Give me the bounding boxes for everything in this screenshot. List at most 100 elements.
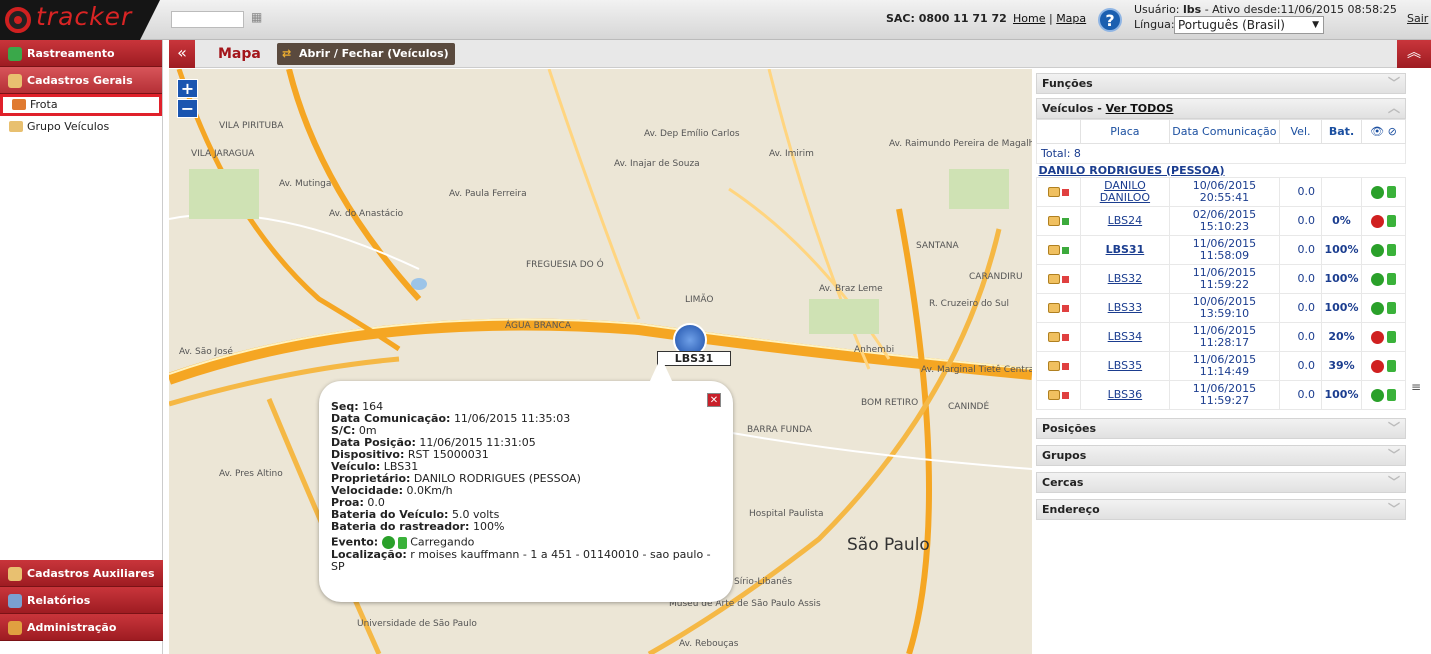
table-row[interactable]: LBS35 11/06/2015 11:14:49 0.0 39% [1036, 351, 1406, 381]
ignition-icon[interactable] [1371, 272, 1384, 286]
folder-icon[interactable] [1048, 303, 1060, 313]
row-icons[interactable] [1036, 380, 1081, 410]
nav-relatorios[interactable]: Relatórios [0, 587, 163, 614]
row-actions [1361, 293, 1406, 323]
folder-icon[interactable] [1048, 361, 1060, 371]
placa-link[interactable]: LBS24 [1108, 214, 1142, 227]
row-icons[interactable] [1036, 235, 1081, 265]
ignition-icon[interactable] [1371, 330, 1384, 344]
table-row[interactable]: LBS32 11/06/2015 11:59:22 0.0 100% [1036, 264, 1406, 294]
map-label: SANTANA [916, 241, 959, 251]
table-row[interactable]: LBS31 11/06/2015 11:58:09 0.0 100% [1036, 235, 1406, 265]
ignition-icon[interactable] [1371, 359, 1384, 373]
lock-icon[interactable] [1387, 331, 1396, 343]
placa-link[interactable]: LBS36 [1108, 388, 1142, 401]
placa-link[interactable]: LBS32 [1108, 272, 1142, 285]
active-since: - Ativo desde:11/06/2015 08:58:25 [1201, 3, 1397, 16]
table-row[interactable]: LBS34 11/06/2015 11:28:17 0.0 20% [1036, 322, 1406, 352]
row-icons[interactable] [1036, 293, 1081, 323]
language-select[interactable]: Português (Brasil) ▼ [1174, 16, 1324, 34]
zoom-in-button[interactable]: + [177, 79, 198, 98]
quick-search-input[interactable] [171, 11, 244, 28]
placa-link[interactable]: LBS33 [1108, 301, 1142, 314]
nav-label: Cadastros Auxiliares [27, 567, 155, 580]
nav-cadastros-gerais[interactable]: Cadastros Gerais [0, 67, 162, 94]
map-label: ÁGUA BRANCA [505, 321, 571, 331]
map-label: LIMÃO [685, 295, 714, 305]
col-data[interactable]: Data Comunicação [1168, 119, 1281, 144]
placa-cell: LBS35 [1080, 351, 1170, 381]
map-label: Av. Rebouças [679, 639, 739, 649]
placa-link[interactable]: LBS34 [1108, 330, 1142, 343]
map-view[interactable]: + − VILA PIRITUBA VILA JARAGUA FREGUESIA… [169, 69, 1032, 654]
lock-icon[interactable] [1387, 186, 1396, 198]
nav-cadastros-auxiliares[interactable]: Cadastros Auxiliares [0, 560, 163, 587]
row-icons[interactable] [1036, 264, 1081, 294]
col-vel[interactable]: Vel. [1279, 119, 1322, 144]
help-icon[interactable]: ? [1098, 8, 1122, 32]
close-icon[interactable]: ✕ [707, 393, 721, 407]
section-cercas[interactable]: Cercas ﹀ [1036, 472, 1406, 493]
section-posicoes[interactable]: Posições ﹀ [1036, 418, 1406, 439]
folder-icon[interactable] [1048, 390, 1060, 400]
folder-icon[interactable] [1048, 274, 1060, 284]
toggle-vehicles-button[interactable]: Abrir / Fechar (Veículos) [277, 43, 455, 65]
lock-icon[interactable] [1387, 215, 1396, 227]
lock-icon[interactable] [1387, 360, 1396, 372]
vel-cell: 0.0 [1279, 293, 1322, 323]
ignition-icon[interactable] [1371, 301, 1384, 315]
col-placa[interactable]: Placa [1080, 119, 1170, 144]
table-row[interactable]: DANILO DANILOO 10/06/2015 20:55:41 0.0 [1036, 177, 1406, 207]
folder-icon[interactable] [1048, 332, 1060, 342]
table-row[interactable]: LBS24 02/06/2015 15:10:23 0.0 0% [1036, 206, 1406, 236]
section-veiculos[interactable]: Veículos - Ver TODOS ︿ [1036, 98, 1406, 119]
nav-rastreamento[interactable]: Rastreamento [0, 40, 162, 67]
table-row[interactable]: LBS33 10/06/2015 13:59:10 0.0 100% [1036, 293, 1406, 323]
ignition-icon[interactable] [1371, 243, 1384, 257]
nav-item-grupo-veiculos[interactable]: Grupo Veículos [0, 116, 162, 138]
nav-administracao[interactable]: Administração [0, 614, 163, 641]
folder-icon [8, 567, 22, 581]
logout-link[interactable]: Sair [1407, 12, 1428, 25]
ignition-icon[interactable] [1371, 388, 1384, 402]
placa-link[interactable]: DANILO DANILOO [1100, 179, 1150, 204]
row-actions [1361, 235, 1406, 265]
col-bat[interactable]: Bat. [1321, 119, 1362, 144]
ver-todos-link[interactable]: Ver TODOS [1106, 102, 1174, 115]
folder-icon[interactable] [1048, 187, 1060, 197]
row-icons[interactable] [1036, 351, 1081, 381]
vel-cell: 0.0 [1279, 322, 1322, 352]
row-actions [1361, 322, 1406, 352]
collapse-top-button[interactable]: ︽ [1397, 40, 1431, 68]
placa-link[interactable]: LBS35 [1108, 359, 1142, 372]
visibility-icons[interactable]: 👁 ⊘ [1361, 119, 1406, 144]
vehicles-table: Placa Data Comunicação Vel. Bat. 👁 ⊘ Tot… [1036, 119, 1406, 410]
placa-link[interactable]: LBS31 [1106, 243, 1145, 256]
ignition-icon[interactable] [1371, 185, 1384, 199]
ignition-icon[interactable] [1371, 214, 1384, 228]
calendar-icon[interactable]: ▦ [251, 10, 265, 24]
lock-icon[interactable] [1387, 302, 1396, 314]
nav-item-frota[interactable]: Frota [0, 94, 162, 116]
users-icon [8, 621, 22, 635]
collapse-sidebar-button[interactable]: « [169, 40, 195, 68]
mapa-link[interactable]: Mapa [1056, 12, 1086, 25]
section-endereco[interactable]: Endereço ﹀ [1036, 499, 1406, 520]
owner-link[interactable]: DANILO RODRIGUES (PESSOA) [1039, 164, 1225, 177]
placa-cell: LBS36 [1080, 380, 1170, 410]
lock-icon[interactable] [1387, 244, 1396, 256]
zoom-out-button[interactable]: − [177, 99, 198, 118]
lock-icon[interactable] [1387, 273, 1396, 285]
row-icons[interactable] [1036, 322, 1081, 352]
home-link[interactable]: Home [1013, 12, 1045, 25]
lock-icon[interactable] [1387, 389, 1396, 401]
section-funcoes[interactable]: Funções ﹀ [1036, 73, 1406, 94]
resize-handle[interactable]: ≡ [1411, 380, 1421, 394]
folder-icon[interactable] [1048, 245, 1060, 255]
folder-icon[interactable] [1048, 216, 1060, 226]
section-grupos[interactable]: Grupos ﹀ [1036, 445, 1406, 466]
row-icons[interactable] [1036, 177, 1081, 207]
row-icons[interactable] [1036, 206, 1081, 236]
total-count: Total: 8 [1036, 143, 1406, 164]
table-row[interactable]: LBS36 11/06/2015 11:59:27 0.0 100% [1036, 380, 1406, 410]
